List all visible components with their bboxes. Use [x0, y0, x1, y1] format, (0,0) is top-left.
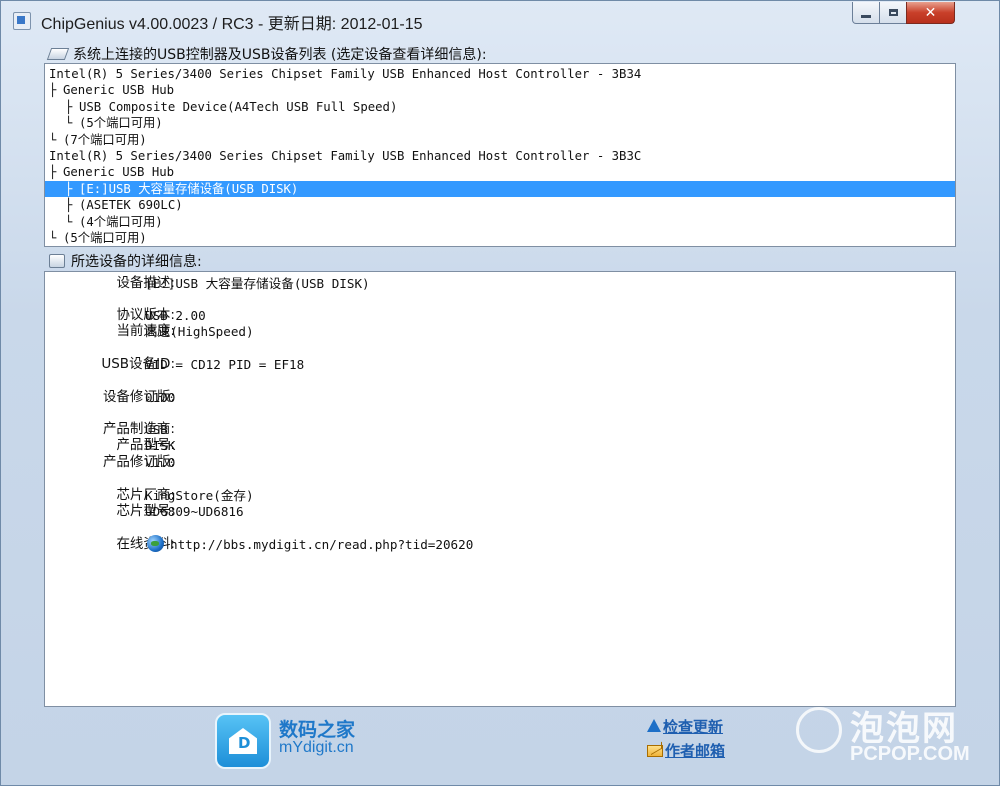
detail-row: 协议版本: USB 2.00: [45, 307, 955, 324]
globe-icon[interactable]: [147, 535, 164, 552]
detail-row: 设备描述: [E:]USB 大容量存储设备(USB DISK): [45, 275, 955, 292]
tree-row-label: (5个端口可用): [79, 116, 163, 131]
detail-value: V1.0: [145, 455, 176, 470]
tree-connector: ├: [65, 99, 73, 114]
details-icon: [49, 254, 65, 268]
detail-row: 芯片厂商: KingStore(金存): [45, 487, 955, 504]
online-info-link[interactable]: http://bbs.mydigit.cn/read.php?tid=20620: [170, 536, 473, 553]
tree-row-label: (7个端口可用): [63, 132, 147, 147]
detail-row: 产品修订版: V1.0: [45, 454, 955, 471]
detail-row-online: 在线资料: http://bbs.mydigit.cn/read.php?tid=…: [45, 535, 955, 553]
detail-label: 在线资料:: [116, 536, 175, 552]
maximize-button[interactable]: [879, 2, 907, 24]
check-update-link[interactable]: 检查更新: [647, 716, 723, 737]
close-icon: ✕: [924, 4, 937, 21]
tree-row[interactable]: ├ Generic USB Hub: [45, 164, 955, 180]
brand-name-cn[interactable]: 数码之家: [279, 715, 355, 742]
tree-connector: ├: [49, 165, 57, 180]
detail-row: 设备修订版: 0100: [45, 389, 955, 406]
detail-value: UD6809~UD6816: [145, 504, 244, 519]
tree-connector: ├: [49, 83, 57, 98]
minimize-button[interactable]: [852, 2, 880, 24]
tree-row[interactable]: └ (5个端口可用): [45, 115, 955, 131]
brand-name-en[interactable]: mYdigit.cn: [279, 739, 354, 757]
arrow-up-icon: [647, 719, 661, 732]
tree-connector: ├: [65, 181, 73, 196]
detail-row: 当前速度: 高速(HighSpeed): [45, 323, 955, 340]
check-update-label: 检查更新: [663, 718, 724, 736]
minimize-icon: [861, 15, 871, 18]
tree-row[interactable]: ├ (ASETEK 690LC): [45, 197, 955, 213]
device-tree-rows: Intel(R) 5 Series/3400 Series Chipset Fa…: [45, 66, 955, 246]
app-window: ChipGenius v4.00.0023 / RC3 - 更新日期: 2012…: [0, 0, 1000, 786]
detail-row: 芯片型号: UD6809~UD6816: [45, 503, 955, 520]
tree-row[interactable]: Intel(R) 5 Series/3400 Series Chipset Fa…: [45, 66, 955, 82]
tree-row[interactable]: └ (5个端口可用): [45, 230, 955, 246]
device-list-label: 系统上连接的USB控制器及USB设备列表 (选定设备查看详细信息):: [46, 44, 487, 64]
tree-row[interactable]: ├ Generic USB Hub: [45, 82, 955, 98]
detail-row: 产品制造商: USB: [45, 421, 955, 438]
tree-row-label: Generic USB Hub: [63, 165, 175, 180]
detail-value: USB 2.00: [145, 308, 206, 323]
tree-row-label: Intel(R) 5 Series/3400 Series Chipset Fa…: [49, 67, 642, 81]
device-tree[interactable]: Intel(R) 5 Series/3400 Series Chipset Fa…: [44, 63, 956, 247]
details-label-text: 所选设备的详细信息:: [71, 254, 202, 270]
tree-connector: ├: [65, 198, 73, 213]
detail-row: USB设备ID: VID = CD12 PID = EF18: [45, 356, 955, 373]
details-label: 所选设备的详细信息:: [49, 251, 202, 271]
tree-row-label: (4个端口可用): [79, 214, 163, 229]
tree-row-label: Intel(R) 5 Series/3400 Series Chipset Fa…: [49, 148, 642, 163]
detail-value: 0100: [145, 390, 176, 405]
detail-value: [E:]USB 大容量存储设备(USB DISK): [145, 276, 370, 291]
tree-row-label: USB Composite Device(A4Tech USB Full Spe…: [79, 99, 398, 114]
detail-value: 高速(HighSpeed): [145, 324, 254, 339]
title-bar[interactable]: ChipGenius v4.00.0023 / RC3 - 更新日期: 2012…: [1, 1, 999, 39]
author-mail-label: 作者邮箱: [665, 742, 726, 760]
usb-device-icon: [46, 48, 70, 60]
maximize-icon: [888, 9, 898, 16]
house-logo-icon: [229, 728, 257, 754]
tree-row[interactable]: └ (7个端口可用): [45, 132, 955, 148]
tree-row-selected[interactable]: ├ [E:]USB 大容量存储设备(USB DISK): [45, 180, 955, 198]
tree-row-label: [E:]USB 大容量存储设备(USB DISK): [79, 181, 299, 196]
window-title: ChipGenius v4.00.0023 / RC3 - 更新日期: 2012…: [41, 16, 423, 33]
detail-value: VID = CD12 PID = EF18: [145, 357, 305, 372]
tree-row[interactable]: Intel(R) 5 Series/3400 Series Chipset Fa…: [45, 148, 955, 164]
tree-row-label: (5个端口可用): [63, 230, 147, 245]
detail-value: DISK: [145, 438, 176, 453]
tree-row-label: Generic USB Hub: [63, 83, 175, 98]
tree-connector: └: [65, 116, 73, 131]
details-panel[interactable]: 设备描述: [E:]USB 大容量存储设备(USB DISK) 协议版本: USB 2…: [44, 271, 956, 707]
tree-row-label: (ASETEK 690LC): [79, 198, 183, 213]
app-icon: [13, 12, 31, 30]
close-button[interactable]: ✕: [906, 2, 955, 24]
device-list-label-text: 系统上连接的USB控制器及USB设备列表 (选定设备查看详细信息):: [73, 47, 487, 63]
mydigit-logo[interactable]: [215, 713, 271, 769]
tree-row[interactable]: └ (4个端口可用): [45, 214, 955, 230]
tree-connector: └: [65, 214, 73, 229]
tree-row[interactable]: ├ USB Composite Device(A4Tech USB Full Sp…: [45, 99, 955, 115]
mail-icon: [647, 744, 663, 757]
tree-connector: └: [49, 230, 57, 245]
footer: 数码之家 mYdigit.cn 检查更新 作者邮箱: [1, 709, 999, 785]
detail-row: 产品型号: DISK: [45, 437, 955, 454]
detail-value: KingStore(金存): [145, 488, 254, 503]
detail-value: USB: [145, 422, 168, 437]
tree-connector: └: [49, 132, 57, 147]
author-mail-link[interactable]: 作者邮箱: [647, 740, 725, 761]
